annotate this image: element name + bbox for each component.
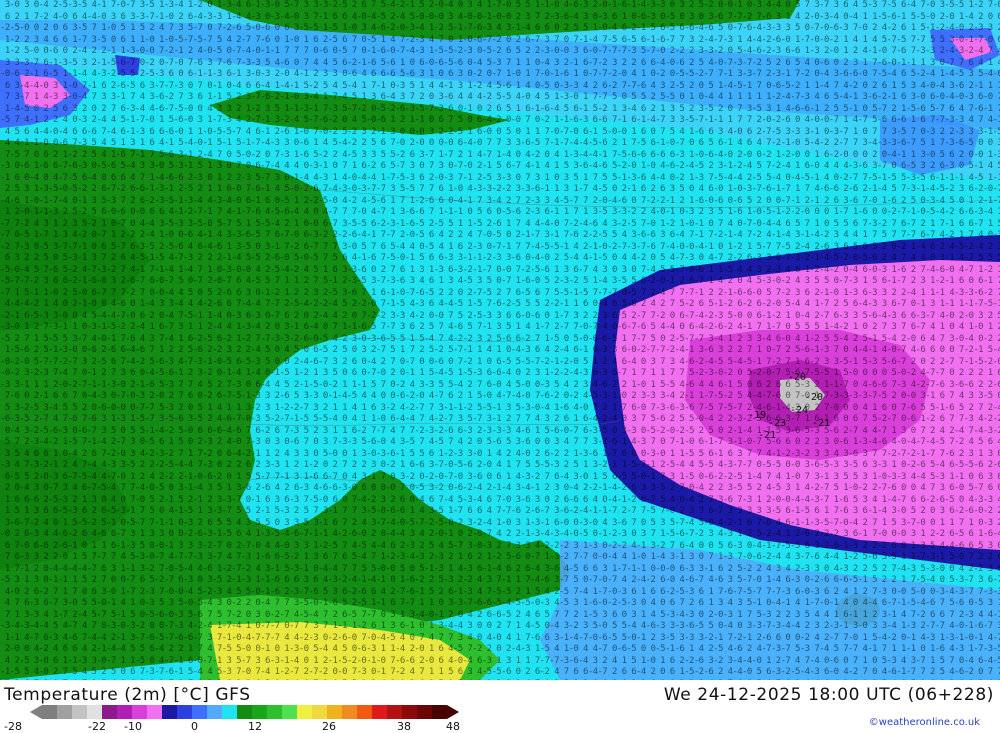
legend-tick: -10	[124, 720, 142, 733]
legend-swatch	[162, 705, 177, 719]
legend-swatch	[87, 705, 102, 719]
legend-swatch	[222, 705, 237, 719]
legend-tick: -22	[88, 720, 106, 733]
legend-swatch	[387, 705, 402, 719]
cold-core-label-4: -21	[758, 430, 777, 441]
legend-swatch	[57, 705, 72, 719]
legend-swatch	[342, 705, 357, 719]
legend-tick: -28	[4, 720, 22, 733]
cold-core-label-3: -23	[768, 418, 787, 429]
color-legend	[30, 705, 459, 719]
legend-swatch	[147, 705, 162, 719]
legend-swatch	[72, 705, 87, 719]
map-title: Temperature (2m) [°C] GFS	[4, 685, 251, 705]
legend-swatch	[252, 705, 267, 719]
legend-arrow-left	[30, 705, 42, 719]
legend-swatch	[102, 705, 117, 719]
legend-swatch	[312, 705, 327, 719]
legend-swatch	[42, 705, 57, 719]
legend-swatch	[372, 705, 387, 719]
legend-swatch	[207, 705, 222, 719]
legend-swatch	[177, 705, 192, 719]
legend-swatch	[267, 705, 282, 719]
legend-swatch	[117, 705, 132, 719]
legend-tick: 12	[248, 720, 262, 733]
legend-tick: 38	[397, 720, 411, 733]
map-footer: Temperature (2m) [°C] GFS We 24-12-2025 …	[0, 680, 1000, 733]
legend-arrow-right	[447, 705, 459, 719]
legend-tick: 0	[191, 720, 198, 733]
legend-swatch	[192, 705, 207, 719]
legend-swatch	[282, 705, 297, 719]
forecast-datetime: We 24-12-2025 18:00 UTC (06+228)	[663, 685, 994, 705]
legend-swatch	[297, 705, 312, 719]
legend-ticks: -28 -22 -10 0 12 26 38 48	[0, 720, 500, 733]
legend-swatch	[357, 705, 372, 719]
legend-swatch	[327, 705, 342, 719]
cold-core-label-5: -19	[748, 410, 767, 421]
legend-swatch	[432, 705, 447, 719]
legend-swatch	[402, 705, 417, 719]
legend-swatch	[417, 705, 432, 719]
cold-core-label-2: -24	[790, 405, 809, 416]
cold-core-label-7: -21	[812, 418, 831, 429]
legend-swatch	[237, 705, 252, 719]
cold-core-label-1: -20	[788, 372, 807, 383]
credit-link[interactable]: ©weatheronline.co.uk	[869, 717, 980, 728]
cold-core-label-6: -20	[805, 392, 824, 403]
legend-tick: 26	[322, 720, 336, 733]
legend-tick: 48	[446, 720, 460, 733]
map-shading	[0, 0, 1000, 680]
temperature-map[interactable]: 3-0 3 0-4 2-5-3-5 4-1 7-0-7 3-5 1-3-4 1-…	[0, 0, 1000, 680]
legend-swatch	[132, 705, 147, 719]
